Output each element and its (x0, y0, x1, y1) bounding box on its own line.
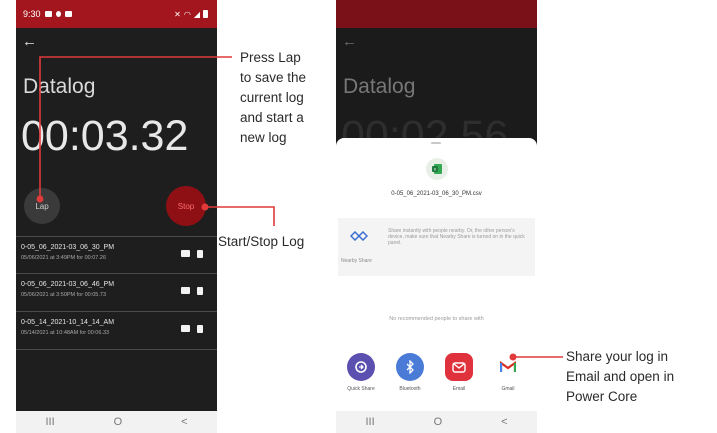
callout-line: new log (240, 130, 287, 145)
lap-callout-line (39, 56, 232, 197)
callout-line: Email and open in (566, 369, 675, 384)
share-callout-dot (509, 353, 517, 361)
stop-callout-line (205, 206, 275, 226)
callout-line: Share your log in (566, 349, 669, 364)
stop-callout-dot (201, 203, 209, 211)
callout-line: to save the (240, 70, 307, 85)
share-callout-text: Share your log in Email and open in Powe… (566, 347, 674, 407)
lap-callout-text: Press Lap to save the current log and st… (240, 48, 306, 148)
callout-line: and start a (240, 110, 304, 125)
lap-callout-dot (36, 195, 44, 203)
callout-line: Power Core (566, 389, 638, 404)
callout-line: Press Lap (240, 50, 301, 65)
stop-callout-text: Start/Stop Log (218, 234, 305, 249)
callout-line: current log (240, 90, 304, 105)
